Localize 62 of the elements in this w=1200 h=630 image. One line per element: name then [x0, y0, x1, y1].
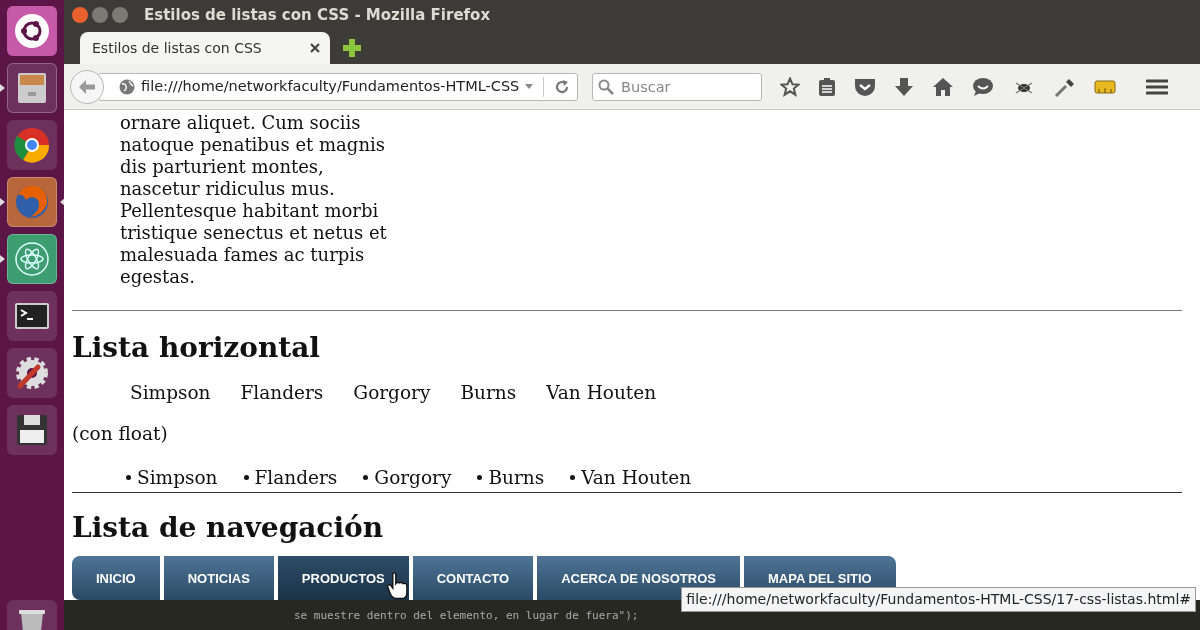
list-item: Flanders — [240, 380, 324, 405]
bullet-icon — [477, 475, 483, 481]
eyedropper-icon[interactable] — [1054, 76, 1076, 97]
launcher-item[interactable] — [7, 6, 57, 56]
home-icon[interactable] — [932, 76, 954, 97]
nav-button[interactable]: CONTACTO — [412, 556, 534, 601]
running-indicator-icon — [0, 255, 5, 263]
chrome-logo-icon — [12, 125, 52, 165]
atom-icon — [12, 239, 52, 279]
dropdown-icon[interactable] — [525, 84, 534, 89]
bullet-icon — [570, 475, 576, 481]
launcher-item[interactable] — [7, 63, 57, 113]
pocket-icon[interactable] — [854, 76, 876, 97]
list-item: Burns — [460, 380, 517, 405]
globe-icon — [119, 78, 135, 95]
link-status-tooltip: file:///home/networkfaculty/Fundamentos-HTML-CSS/17-css-listas.html# — [681, 587, 1196, 612]
chat-icon[interactable] — [972, 76, 994, 97]
list-item: Gorgory — [353, 380, 431, 405]
back-button[interactable] — [70, 69, 104, 104]
bullet-icon — [363, 475, 369, 481]
launcher-item[interactable] — [7, 405, 57, 455]
ruler-icon[interactable] — [1094, 78, 1116, 95]
running-indicator-icon — [0, 198, 5, 206]
menu-icon[interactable] — [1146, 77, 1168, 96]
list-item: Simpson — [137, 466, 218, 491]
browser-tab[interactable]: Estilos de listas con CSS — [80, 32, 330, 64]
note-text: (con float) — [72, 422, 168, 447]
close-tab-icon[interactable] — [310, 43, 320, 53]
launcher-item[interactable] — [7, 291, 57, 341]
ubuntu-logo-icon — [12, 11, 52, 51]
address-bar[interactable]: file:///home/networkfaculty/Fundamentos-HTML-CSS — [98, 72, 578, 101]
running-indicator-icon — [0, 84, 5, 92]
reload-icon[interactable] — [554, 78, 571, 95]
list-item: Gorgory — [374, 466, 452, 491]
list-item: Simpson — [130, 380, 211, 405]
bullet-icon — [126, 475, 131, 481]
section-heading: Lista horizontal — [72, 331, 321, 365]
bullet-icon — [243, 475, 249, 481]
star-icon[interactable] — [780, 76, 800, 97]
new-tab-icon[interactable] — [342, 38, 362, 58]
url-text: file:///home/networkfaculty/Fundamentos-HTML-CSS — [141, 76, 520, 96]
search-field[interactable]: Buscar — [592, 72, 762, 101]
nav-button[interactable]: INICIO — [72, 556, 160, 601]
hand-cursor-icon — [386, 572, 410, 600]
close-button[interactable] — [72, 7, 88, 23]
code-line: se muestre dentro del elemento, en lugar de fuera"); — [294, 609, 639, 622]
maximize-button[interactable] — [112, 7, 128, 23]
list-item: Burns — [488, 466, 545, 491]
back-arrow-icon — [78, 78, 96, 95]
download-icon[interactable] — [894, 76, 914, 97]
list-item: Van Houten — [581, 466, 692, 491]
launcher-item[interactable] — [7, 348, 57, 398]
list-item: Van Houten — [546, 380, 657, 405]
window-title: Estilos de listas con CSS - Mozilla Firefox — [144, 4, 491, 26]
list-item: Flanders — [254, 466, 338, 491]
paragraph-text: ornare aliquet. Cum sociis natoque penatibus et magnis dis parturient montes, nascetur ridiculus mus. Pellentesque habitant morbi tristique senectus et netus et malesuada fames ac turpis egestas. — [120, 112, 388, 288]
nav-button[interactable]: NOTICIAS — [163, 556, 274, 601]
launcher-item[interactable] — [7, 120, 57, 170]
minimize-button[interactable] — [92, 7, 108, 23]
section-heading: Lista de navegación — [72, 510, 385, 545]
clipboard-icon[interactable] — [818, 76, 836, 97]
nav-button[interactable]: PRODUCTOS — [277, 556, 409, 601]
